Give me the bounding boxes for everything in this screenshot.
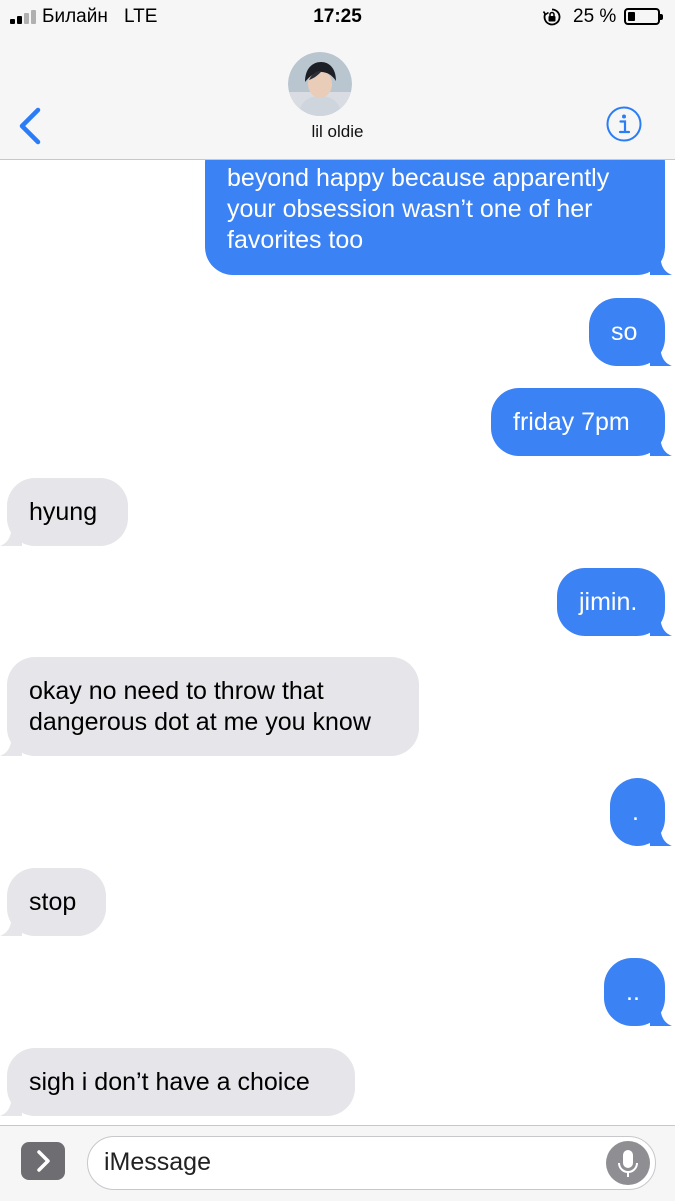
message-text: so <box>611 317 638 346</box>
message-input-bar: iMessage <box>0 1125 675 1201</box>
rotation-lock-icon <box>542 8 561 26</box>
message-text: stop <box>29 887 77 916</box>
contact-name[interactable]: lil oldie <box>0 122 675 142</box>
info-icon[interactable] <box>605 105 643 143</box>
conversation-header: lil oldie <box>0 34 675 160</box>
message-input-placeholder: iMessage <box>104 1148 211 1176</box>
message-list[interactable]: beyond happy because apparently your obs… <box>0 160 675 1125</box>
message-text: hyung <box>29 497 98 526</box>
dictation-button[interactable] <box>606 1141 650 1185</box>
message-text: . <box>632 797 639 826</box>
battery-icon <box>624 8 663 25</box>
chevron-right-icon <box>37 1150 50 1172</box>
message-text: sigh i don’t have a choice <box>29 1067 310 1096</box>
sent-message-bubble[interactable]: beyond happy because apparently your obs… <box>205 160 672 275</box>
status-bar: Билайн LTE 17:25 25 % <box>0 0 675 34</box>
message-input[interactable]: iMessage <box>87 1136 656 1190</box>
received-message-bubble[interactable]: sigh i don’t have a choice <box>0 1048 355 1116</box>
microphone-icon <box>618 1150 638 1177</box>
sent-message-bubble[interactable]: friday 7pm <box>491 388 672 456</box>
sent-message-bubble[interactable]: . <box>610 778 672 846</box>
message-text: jimin. <box>579 587 638 616</box>
message-text: beyond happy because apparently your obs… <box>227 164 610 254</box>
apps-button[interactable] <box>21 1142 65 1180</box>
sent-message-bubble[interactable]: jimin. <box>557 568 672 636</box>
battery-percent: 25 % <box>573 6 617 27</box>
sent-message-bubble[interactable]: so <box>589 298 672 366</box>
received-message-bubble[interactable]: okay no need to throw that dangerous dot… <box>0 657 419 756</box>
message-text: .. <box>626 977 640 1006</box>
received-message-bubble[interactable]: stop <box>0 868 106 936</box>
received-message-bubble[interactable]: hyung <box>0 478 128 546</box>
sent-message-bubble[interactable]: .. <box>604 958 672 1026</box>
message-text: friday 7pm <box>513 407 630 436</box>
message-text: okay no need to throw that dangerous dot… <box>29 676 371 736</box>
avatar[interactable] <box>288 52 352 116</box>
